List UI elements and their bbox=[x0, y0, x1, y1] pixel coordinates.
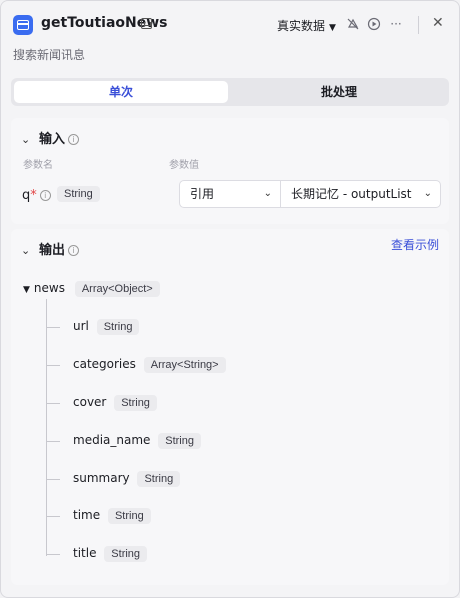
param-name: q* i bbox=[22, 188, 51, 203]
field-type-tag: String bbox=[137, 471, 181, 487]
edit-icon[interactable] bbox=[141, 18, 152, 29]
field-name: url bbox=[73, 319, 89, 333]
field-name: summary bbox=[73, 471, 130, 485]
tab-single[interactable]: 单次 bbox=[14, 81, 228, 103]
field-name: time bbox=[73, 508, 101, 522]
mock-data-label: 真实数据 bbox=[277, 19, 326, 33]
field-type-tag: Array<Object> bbox=[74, 281, 160, 297]
required-mark: * bbox=[30, 188, 37, 203]
field-name: cover bbox=[73, 395, 107, 409]
field-name: title bbox=[73, 546, 97, 560]
info-icon: i bbox=[39, 190, 51, 201]
param-value-label: 长期记忆 - outputList bbox=[291, 187, 412, 201]
link-off-icon[interactable] bbox=[346, 17, 360, 31]
field-name: news bbox=[33, 281, 65, 295]
panel-header: getToutiaoNews 真实数据 ▼ ··· ✕ 搜索新闻讯息 bbox=[1, 1, 459, 62]
triangle-down-icon: ▼ bbox=[23, 285, 30, 295]
field-type-tag: String bbox=[158, 433, 201, 449]
output-section: ⌄ 输出 i 查看示例 ▼ news Array<Object> url String… bbox=[11, 229, 449, 585]
param-value-select[interactable]: 长期记忆 - outputList ⌄ bbox=[281, 180, 441, 208]
input-section: ⌄ 输入 i 参数名 参数值 q* i String 引用 ⌄ 长期记忆 - outpu… bbox=[11, 118, 449, 224]
input-section-header[interactable]: ⌄ 输入 i bbox=[21, 128, 80, 147]
field-type-tag: String bbox=[96, 319, 140, 335]
header-divider bbox=[418, 16, 419, 34]
close-icon[interactable]: ✕ bbox=[432, 15, 444, 31]
param-value-header: 参数值 bbox=[169, 160, 199, 171]
info-icon: i bbox=[68, 245, 80, 256]
chevron-down-icon: ⌄ bbox=[21, 244, 31, 257]
output-root-field[interactable]: ▼ news Array<Object> bbox=[23, 281, 160, 297]
field-type-tag: String bbox=[104, 546, 148, 562]
info-icon: i bbox=[68, 134, 80, 145]
output-section-header[interactable]: ⌄ 输出 i bbox=[21, 239, 80, 258]
input-title: 输入 bbox=[39, 132, 66, 147]
tree-line bbox=[46, 299, 47, 556]
node-panel: getToutiaoNews 真实数据 ▼ ··· ✕ 搜索新闻讯息 单次 批处理… bbox=[0, 0, 460, 598]
param-type-tag: String bbox=[57, 186, 100, 202]
ref-mode-label: 引用 bbox=[190, 187, 215, 201]
mode-tabs: 单次 批处理 bbox=[11, 78, 449, 106]
tab-batch[interactable]: 批处理 bbox=[232, 81, 446, 103]
chevron-down-icon: ⌄ bbox=[263, 188, 272, 199]
app-icon bbox=[13, 15, 33, 35]
chevron-down-icon: ⌄ bbox=[21, 133, 31, 146]
field-name: categories bbox=[73, 357, 136, 371]
field-type-tag: Array<String> bbox=[143, 357, 226, 373]
more-icon[interactable]: ··· bbox=[389, 17, 403, 31]
node-description: 搜索新闻讯息 bbox=[13, 48, 86, 62]
field-type-tag: String bbox=[107, 508, 151, 524]
output-title: 输出 bbox=[39, 243, 66, 258]
chevron-down-icon: ⌄ bbox=[419, 181, 432, 207]
mock-data-select[interactable]: 真实数据 ▼ bbox=[277, 17, 336, 34]
param-name-header: 参数名 bbox=[23, 160, 53, 171]
field-name: media_name bbox=[73, 433, 151, 447]
ref-mode-select[interactable]: 引用 ⌄ bbox=[179, 180, 281, 208]
view-example-link[interactable]: 查看示例 bbox=[391, 236, 439, 253]
caret-down-icon: ▼ bbox=[329, 23, 336, 33]
play-icon[interactable] bbox=[367, 17, 381, 31]
field-type-tag: String bbox=[114, 395, 157, 411]
